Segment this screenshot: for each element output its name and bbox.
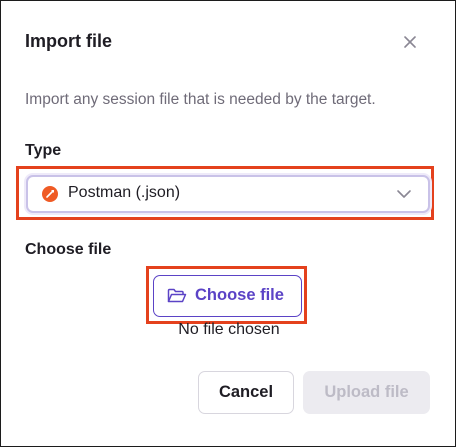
type-select[interactable]: Postman (.json) bbox=[26, 175, 430, 213]
choose-file-button-label: Choose file bbox=[195, 286, 284, 304]
dialog-description: Import any session file that is needed b… bbox=[25, 91, 376, 108]
postman-icon bbox=[42, 186, 58, 202]
dialog-title: Import file bbox=[25, 31, 113, 51]
type-label: Type bbox=[25, 142, 62, 159]
type-select-value: Postman (.json) bbox=[68, 184, 181, 201]
close-icon[interactable] bbox=[399, 31, 421, 53]
choose-file-label: Choose file bbox=[25, 241, 112, 258]
folder-open-icon bbox=[167, 287, 187, 305]
choose-file-button[interactable]: Choose file bbox=[153, 275, 302, 317]
upload-file-button[interactable]: Upload file bbox=[303, 371, 430, 414]
file-status-text: No file chosen bbox=[178, 321, 280, 338]
import-file-dialog: Import file Import any session file that… bbox=[0, 0, 456, 447]
chevron-down-icon bbox=[396, 187, 412, 201]
cancel-button[interactable]: Cancel bbox=[198, 371, 294, 414]
